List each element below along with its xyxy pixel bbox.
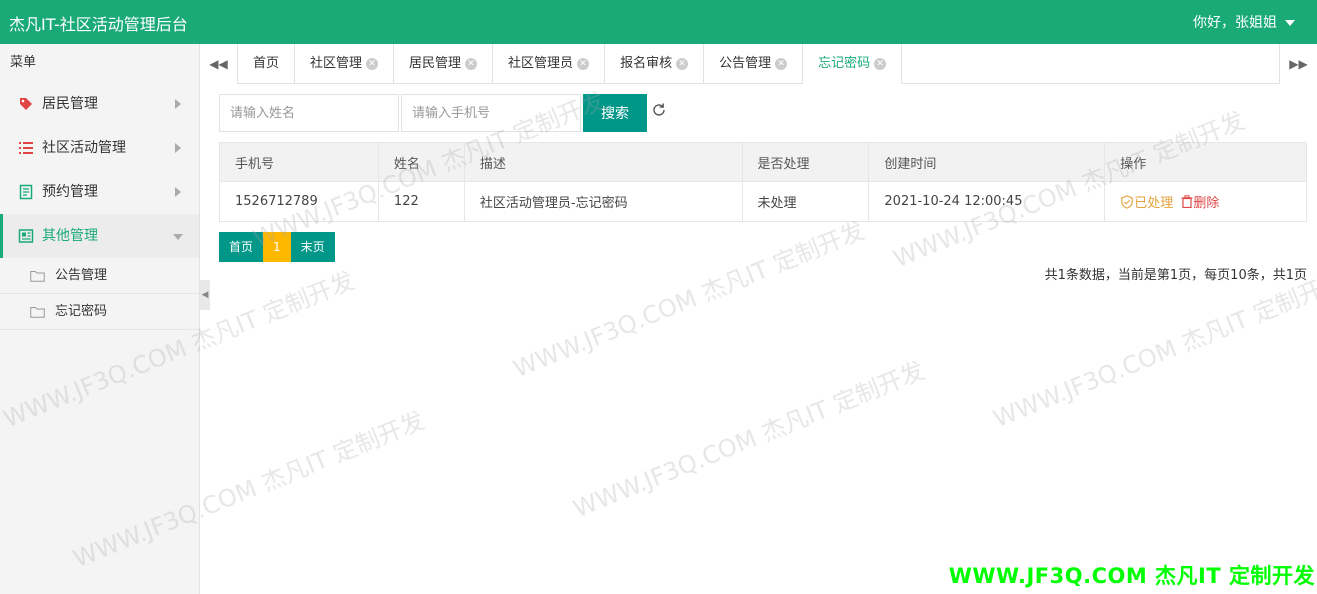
tab-announcements[interactable]: 公告管理 ✕	[704, 44, 804, 84]
sidebar-item-activities[interactable]: 社区活动管理	[0, 126, 199, 170]
tabs-scroll-right-button[interactable]: ▶▶	[1279, 44, 1317, 84]
cell-actions: 已处理 删除	[1104, 181, 1307, 222]
cell-name: 122	[377, 181, 465, 222]
name-search-input[interactable]	[219, 94, 399, 132]
tab-community[interactable]: 社区管理 ✕	[295, 44, 395, 84]
sidebar-item-label: 其他管理	[42, 228, 98, 244]
submenu-other: 公告管理 忘记密码	[0, 258, 199, 330]
tab-forgot-password[interactable]: 忘记密码 ✕	[803, 44, 903, 84]
close-icon[interactable]: ✕	[366, 57, 379, 70]
close-icon[interactable]: ✕	[775, 57, 788, 70]
tab-home[interactable]: 首页	[238, 44, 296, 84]
pagination: 首页 1 末页	[219, 232, 335, 262]
column-header: 创建时间	[868, 142, 1106, 182]
tab-label: 忘记密码	[818, 56, 871, 71]
chevron-right-icon	[175, 99, 181, 109]
table-header-row: 手机号 姓名 描述 是否处理 创建时间 操作	[219, 142, 1307, 182]
cell-phone: 1526712789	[219, 181, 379, 222]
pagination-info: 共1条数据，当前是第1页，每页10条，共1页	[1044, 268, 1307, 283]
close-icon[interactable]: ✕	[465, 57, 478, 70]
folder-icon	[30, 307, 45, 318]
column-header: 手机号	[219, 142, 379, 182]
sidebar-item-label: 居民管理	[42, 96, 98, 112]
tab-label: 居民管理	[409, 56, 462, 71]
tab-label: 社区管理	[310, 56, 363, 71]
sidebar-subitem-announcements[interactable]: 公告管理	[0, 258, 199, 294]
brand-watermark: WWW.JF3Q.COM 杰凡IT 定制开发	[948, 564, 1315, 588]
shield-check-icon	[1121, 195, 1134, 209]
sidebar-item-residents[interactable]: 居民管理	[0, 82, 199, 126]
tab-residents[interactable]: 居民管理 ✕	[394, 44, 494, 84]
tab-registration-review[interactable]: 报名审核 ✕	[605, 44, 705, 84]
tab-label: 公告管理	[719, 56, 772, 71]
chevron-right-icon	[175, 143, 181, 153]
sidebar-collapse-handle[interactable]: ◀	[200, 280, 210, 310]
main-content: 搜索 手机号 姓名 描述 是否处理 创建时间 操作 1526712789 122…	[219, 94, 1307, 283]
tabs: 首页 社区管理 ✕ 居民管理 ✕ 社区管理员 ✕ 报名审核 ✕ 公告管理 ✕ 忘记密码 ✕	[238, 44, 903, 84]
sidebar-item-label: 社区活动管理	[42, 140, 126, 156]
close-icon[interactable]: ✕	[577, 57, 590, 70]
sidebar-item-appointments[interactable]: 预约管理	[0, 170, 199, 214]
sidebar-subitem-label: 公告管理	[55, 268, 108, 283]
top-bar: 杰凡IT-社区活动管理后台 你好，张姐姐	[0, 0, 1317, 44]
delete-label: 删除	[1193, 196, 1220, 211]
trash-icon	[1181, 195, 1193, 209]
search-button[interactable]: 搜索	[583, 94, 647, 132]
mark-processed-label: 已处理	[1134, 196, 1174, 211]
sidebar-item-label: 预约管理	[42, 184, 98, 200]
chevron-down-icon	[173, 234, 183, 240]
tab-label: 首页	[253, 56, 280, 71]
cell-created-time: 2021-10-24 12:00:45	[868, 181, 1106, 222]
chevron-right-icon	[175, 187, 181, 197]
app-title: 杰凡IT-社区活动管理后台	[9, 15, 188, 34]
watermark: WWW.JF3Q.COM 杰凡IT 定制开发	[989, 266, 1317, 434]
sidebar-subitem-forgot-password[interactable]: 忘记密码	[0, 294, 199, 330]
close-icon[interactable]: ✕	[874, 57, 887, 70]
watermark: WWW.JF3Q.COM 杰凡IT 定制开发	[509, 216, 869, 384]
last-page-button[interactable]: 末页	[290, 232, 335, 262]
tab-bar: ◀◀ 首页 社区管理 ✕ 居民管理 ✕ 社区管理员 ✕ 报名审核 ✕ 公告管理 ✕ 忘记密…	[200, 44, 1317, 84]
tag-icon	[20, 98, 32, 110]
column-header: 是否处理	[741, 142, 870, 182]
column-header: 姓名	[377, 142, 465, 182]
current-page-button[interactable]: 1	[263, 232, 291, 262]
sidebar-item-other[interactable]: 其他管理	[0, 214, 199, 258]
column-header: 操作	[1104, 142, 1307, 182]
table-row: 1526712789 122 社区活动管理员-忘记密码 未处理 2021-10-…	[219, 181, 1307, 222]
sidebar: 菜单 居民管理 社区活动管理 预约管理 其他管理 公告管理 忘记密码	[0, 44, 200, 594]
user-greeting: 你好，张姐姐	[1193, 15, 1277, 31]
first-page-button[interactable]: 首页	[219, 232, 264, 262]
refresh-icon[interactable]	[651, 102, 667, 118]
tabs-scroll-left-button[interactable]: ◀◀	[200, 44, 238, 84]
delete-button[interactable]: 删除	[1181, 195, 1220, 211]
search-row: 搜索	[219, 94, 1307, 132]
sidebar-header: 菜单	[10, 55, 37, 70]
cell-status: 未处理	[741, 181, 870, 222]
data-table: 手机号 姓名 描述 是否处理 创建时间 操作 1526712789 122 社区…	[219, 142, 1307, 222]
tab-label: 报名审核	[620, 56, 673, 71]
document-icon	[19, 184, 33, 200]
watermark: WWW.JF3Q.COM 杰凡IT 定制开发	[569, 356, 929, 524]
user-menu[interactable]: 你好，张姐姐	[1193, 12, 1295, 32]
phone-search-input[interactable]	[401, 94, 581, 132]
column-header: 描述	[463, 142, 743, 182]
tab-label: 社区管理员	[508, 56, 574, 71]
tab-community-admins[interactable]: 社区管理员 ✕	[493, 44, 606, 84]
list-icon	[19, 142, 33, 154]
close-icon[interactable]: ✕	[676, 57, 689, 70]
mark-processed-button[interactable]: 已处理	[1120, 195, 1174, 211]
chevron-down-icon	[1285, 20, 1295, 26]
sidebar-subitem-label: 忘记密码	[55, 304, 108, 319]
cell-description: 社区活动管理员-忘记密码	[463, 181, 743, 222]
folder-icon	[30, 271, 45, 282]
newspaper-icon	[18, 229, 34, 243]
